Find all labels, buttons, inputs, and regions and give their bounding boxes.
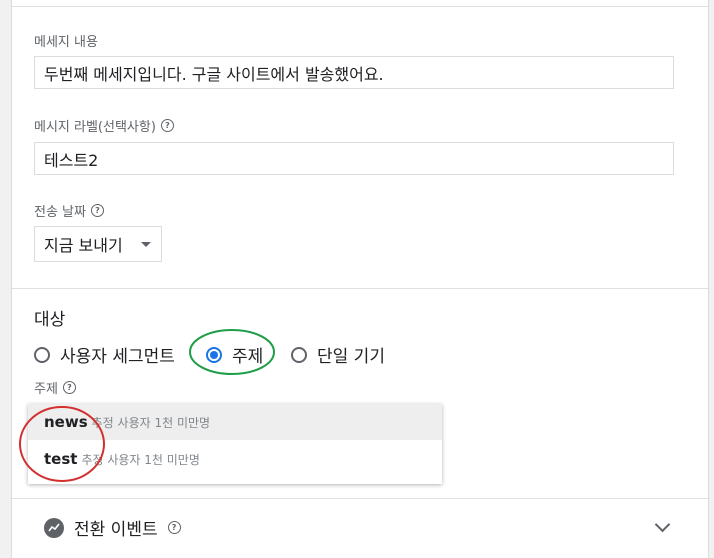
topic-dropdown: news 추정 사용자 1천 미만명 test 추정 사용자 1천 미만명 xyxy=(28,404,442,484)
send-date-select[interactable]: 지금 보내기 xyxy=(34,226,162,262)
content-input[interactable]: 두번째 메세지입니다. 구글 사이트에서 발송했어요. xyxy=(34,56,674,89)
content-label: 메세지 내용 xyxy=(34,35,98,50)
radio-topic[interactable]: 주제 xyxy=(206,342,263,367)
topic-option[interactable]: test 추정 사용자 1천 미만명 xyxy=(28,441,442,477)
section-divider xyxy=(12,498,708,499)
radio-user-segment[interactable]: 사용자 세그먼트 xyxy=(34,342,175,367)
message-label-label: 메시지 라벨(선택사항) ? xyxy=(34,116,174,135)
help-icon[interactable]: ? xyxy=(160,119,174,132)
radio-button[interactable] xyxy=(291,346,307,363)
section-divider xyxy=(12,288,708,289)
top-divider xyxy=(12,6,708,7)
radio-button[interactable] xyxy=(34,346,50,363)
dropdown-arrow-icon xyxy=(141,242,151,247)
help-icon[interactable]: ? xyxy=(90,204,104,217)
radio-button-selected[interactable] xyxy=(206,346,222,363)
radio-single-device[interactable]: 단일 기기 xyxy=(291,342,385,367)
message-card: 메세지 내용 두번째 메세지입니다. 구글 사이트에서 발송했어요. 메시지 라… xyxy=(11,0,709,558)
topic-option[interactable]: news 추정 사용자 1천 미만명 xyxy=(28,404,442,440)
conversion-event-header[interactable]: 전환 이벤트 ? xyxy=(44,515,181,540)
send-date-label: 전송 날짜 ? xyxy=(34,201,104,220)
target-title: 대상 xyxy=(34,310,66,330)
topic-label: 주제 ? xyxy=(34,378,76,397)
chevron-down-icon[interactable] xyxy=(654,516,671,533)
help-icon[interactable]: ? xyxy=(62,381,76,394)
trending-icon xyxy=(44,517,64,538)
help-icon[interactable]: ? xyxy=(167,521,181,534)
message-label-input[interactable]: 테스트2 xyxy=(34,142,674,175)
